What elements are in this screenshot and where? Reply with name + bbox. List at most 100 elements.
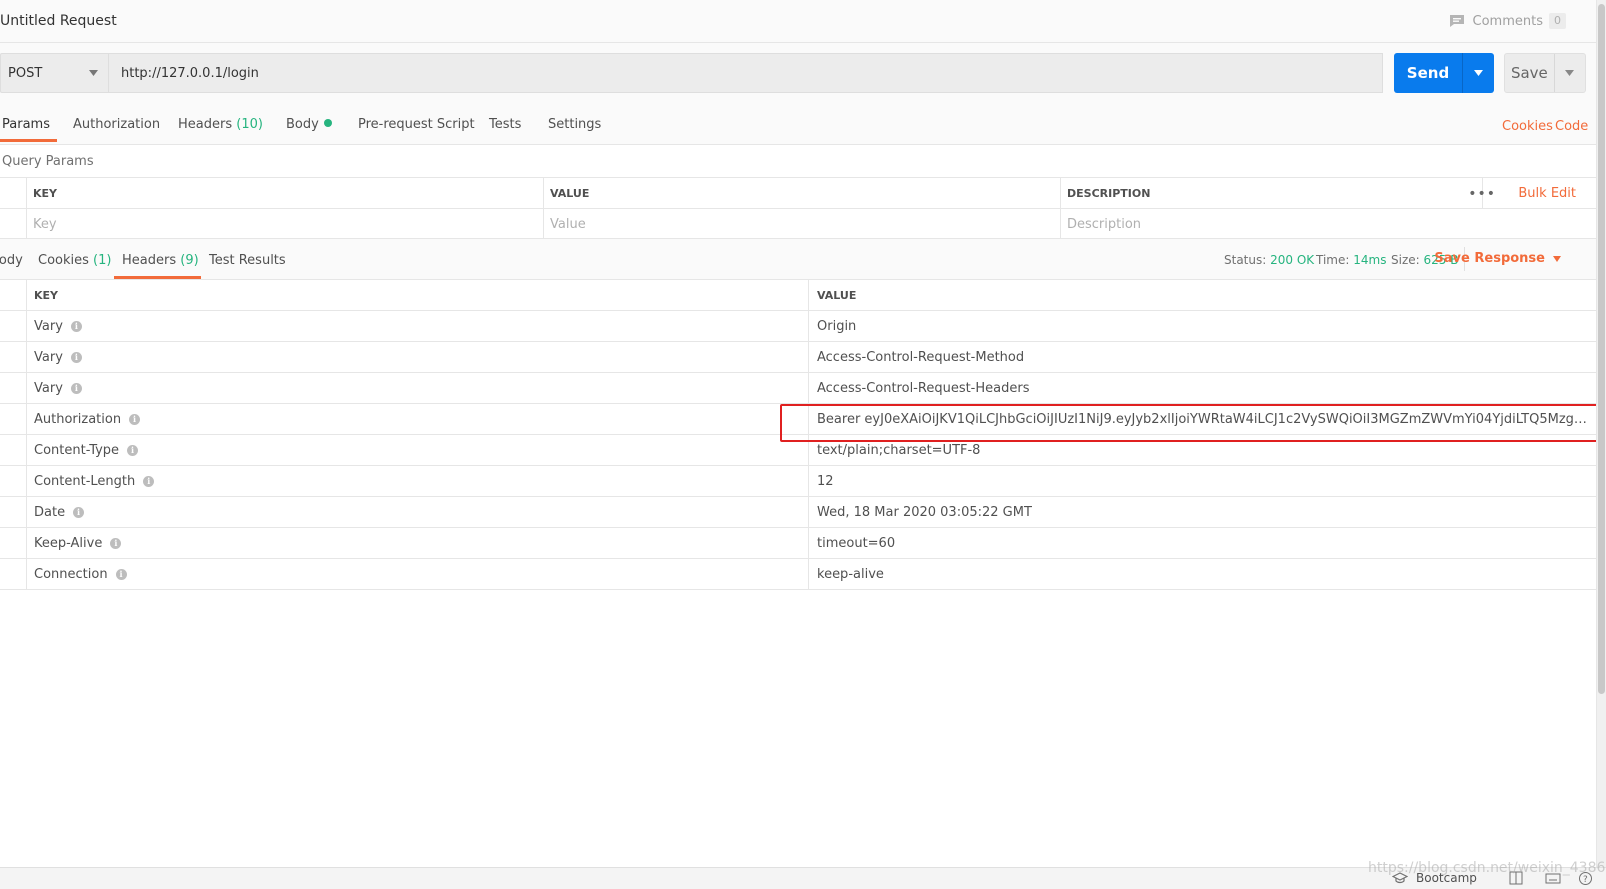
chevron-down-icon xyxy=(1553,255,1561,262)
body-indicator-dot xyxy=(323,119,332,127)
header-key-cell[interactable]: Content-Length i xyxy=(26,466,808,497)
header-value-text: text/plain;charset=UTF-8 xyxy=(817,443,981,458)
more-options-icon[interactable]: ••• xyxy=(1468,186,1496,202)
comments-button[interactable]: Comments 0 xyxy=(1449,13,1566,29)
table-row: Vary i Access-Control-Request-Headers xyxy=(0,373,1596,404)
info-icon[interactable]: i xyxy=(115,569,127,580)
table-row: Vary i Access-Control-Request-Method xyxy=(0,342,1596,373)
tab-tests[interactable]: Tests xyxy=(489,117,521,132)
header-value-cell[interactable]: timeout=60 xyxy=(808,528,1596,559)
header-value-cell[interactable]: Access-Control-Request-Headers xyxy=(808,373,1596,404)
query-params-title: Query Params xyxy=(2,154,94,169)
header-value-cell[interactable]: Access-Control-Request-Method xyxy=(808,342,1596,373)
method-value: POST xyxy=(8,65,43,81)
header-key-cell[interactable]: Keep-Alive i xyxy=(26,528,808,559)
code-link[interactable]: Code xyxy=(1555,119,1588,134)
save-label: Save xyxy=(1510,64,1548,82)
info-icon[interactable]: i xyxy=(143,476,155,487)
chevron-down-icon xyxy=(1565,70,1575,76)
table-row: Vary i Origin xyxy=(0,311,1596,342)
tab-test-results[interactable]: Test Results xyxy=(209,253,286,268)
header-value-text: timeout=60 xyxy=(817,536,896,551)
column-header-value: VALUE xyxy=(543,178,1060,209)
header-value-cell[interactable]: Origin xyxy=(808,311,1596,342)
request-title[interactable]: Untitled Request xyxy=(0,13,117,29)
table-header-row: KEY VALUE xyxy=(0,280,1596,311)
send-label: Send xyxy=(1406,64,1450,82)
header-key-text: Connection xyxy=(34,567,108,582)
vertical-scrollbar[interactable] xyxy=(1596,0,1606,867)
cookies-link[interactable]: Cookies xyxy=(1502,119,1553,134)
comment-icon xyxy=(1449,15,1464,27)
header-value-cell[interactable]: 12 xyxy=(808,466,1596,497)
send-options-button[interactable] xyxy=(1462,53,1494,93)
tab-authorization[interactable]: Authorization xyxy=(73,117,160,132)
column-header-value: VALUE xyxy=(808,280,1596,311)
param-value-input[interactable]: Value xyxy=(543,209,1060,240)
header-value-text: Access-Control-Request-Method xyxy=(817,350,1025,365)
url-input[interactable]: http://127.0.0.1/login xyxy=(108,53,1383,93)
tab-settings[interactable]: Settings xyxy=(548,117,601,132)
info-icon[interactable]: i xyxy=(70,321,82,332)
annotation-highlight-box xyxy=(780,404,1600,442)
header-key-text: Vary xyxy=(34,381,63,396)
table-row: Connection i keep-alive xyxy=(0,559,1596,590)
watermark-text: https://blog.csdn.net/weixin_4386 xyxy=(1368,860,1606,876)
bulk-edit-link[interactable]: Bulk Edit xyxy=(1518,186,1576,201)
header-value-cell[interactable]: keep-alive xyxy=(808,559,1596,590)
active-tab-indicator xyxy=(114,276,201,279)
header-value-cell[interactable]: Wed, 18 Mar 2020 03:05:22 GMT xyxy=(808,497,1596,528)
info-icon[interactable]: i xyxy=(127,445,139,456)
header-value-text: Wed, 18 Mar 2020 03:05:22 GMT xyxy=(817,505,1032,520)
tab-response-body[interactable]: Body xyxy=(0,253,23,268)
header-key-cell[interactable]: Vary i xyxy=(26,373,808,404)
table-row: Keep-Alive i timeout=60 xyxy=(0,528,1596,559)
response-tabs: Body Cookies (1) Headers (9) Test Result… xyxy=(0,239,1596,280)
header-key-cell[interactable]: Vary i xyxy=(26,342,808,373)
header-key-text: Content-Type xyxy=(34,443,120,458)
chevron-down-icon xyxy=(89,70,98,76)
tab-headers[interactable]: Headers (10) xyxy=(178,117,263,132)
header-key-text: Keep-Alive xyxy=(34,536,103,551)
comments-count: 0 xyxy=(1549,13,1566,29)
header-key-text: Authorization xyxy=(34,412,122,427)
tab-params[interactable]: Params xyxy=(2,117,50,132)
info-icon[interactable]: i xyxy=(70,352,82,363)
header-key-cell[interactable]: Authorization i xyxy=(26,404,808,435)
postman-window: Untitled Request Comments 0 POST http://… xyxy=(0,0,1606,889)
save-options-button[interactable] xyxy=(1553,54,1585,92)
header-key-cell[interactable]: Content-Type i xyxy=(26,435,808,466)
comments-label: Comments xyxy=(1472,13,1543,29)
header-key-text: Date xyxy=(34,505,66,520)
save-button[interactable]: Save xyxy=(1504,53,1586,93)
column-header-description: DESCRIPTION xyxy=(1060,178,1482,209)
header-key-cell[interactable]: Vary i xyxy=(26,311,808,342)
header-value-text: Origin xyxy=(817,319,857,334)
method-select[interactable]: POST xyxy=(0,53,108,93)
scrollbar-thumb[interactable] xyxy=(1598,4,1605,694)
status-readout: Status: 200 OK xyxy=(1224,253,1315,267)
info-icon[interactable]: i xyxy=(73,507,85,518)
tab-response-headers[interactable]: Headers (9) xyxy=(122,253,199,268)
param-key-input[interactable]: Key xyxy=(26,209,543,240)
chevron-down-icon xyxy=(1474,70,1483,76)
info-icon[interactable]: i xyxy=(129,414,141,425)
table-row: Content-Length i 12 xyxy=(0,466,1596,497)
url-bar: POST http://127.0.0.1/login Send Save xyxy=(0,43,1596,103)
tab-response-cookies[interactable]: Cookies (1) xyxy=(38,253,111,268)
header-key-cell[interactable]: Connection i xyxy=(26,559,808,590)
tab-pre-request-script[interactable]: Pre-request Script xyxy=(358,117,475,132)
info-icon[interactable]: i xyxy=(110,538,122,549)
request-title-bar: Untitled Request Comments 0 xyxy=(0,0,1596,43)
status-bar: Bootcamp ? xyxy=(0,867,1606,889)
info-icon[interactable]: i xyxy=(70,383,82,394)
header-key-text: Vary xyxy=(34,350,63,365)
save-response-button[interactable]: Save Response xyxy=(1434,251,1561,266)
header-value-text: Access-Control-Request-Headers xyxy=(817,381,1030,396)
tab-body[interactable]: Body xyxy=(286,117,332,132)
header-key-cell[interactable]: Date i xyxy=(26,497,808,528)
request-tabs: Params Authorization Headers (10) Body P… xyxy=(0,103,1596,145)
param-description-input[interactable]: Description xyxy=(1060,209,1596,240)
send-button[interactable]: Send xyxy=(1394,53,1494,93)
header-value-text: keep-alive xyxy=(817,567,884,582)
